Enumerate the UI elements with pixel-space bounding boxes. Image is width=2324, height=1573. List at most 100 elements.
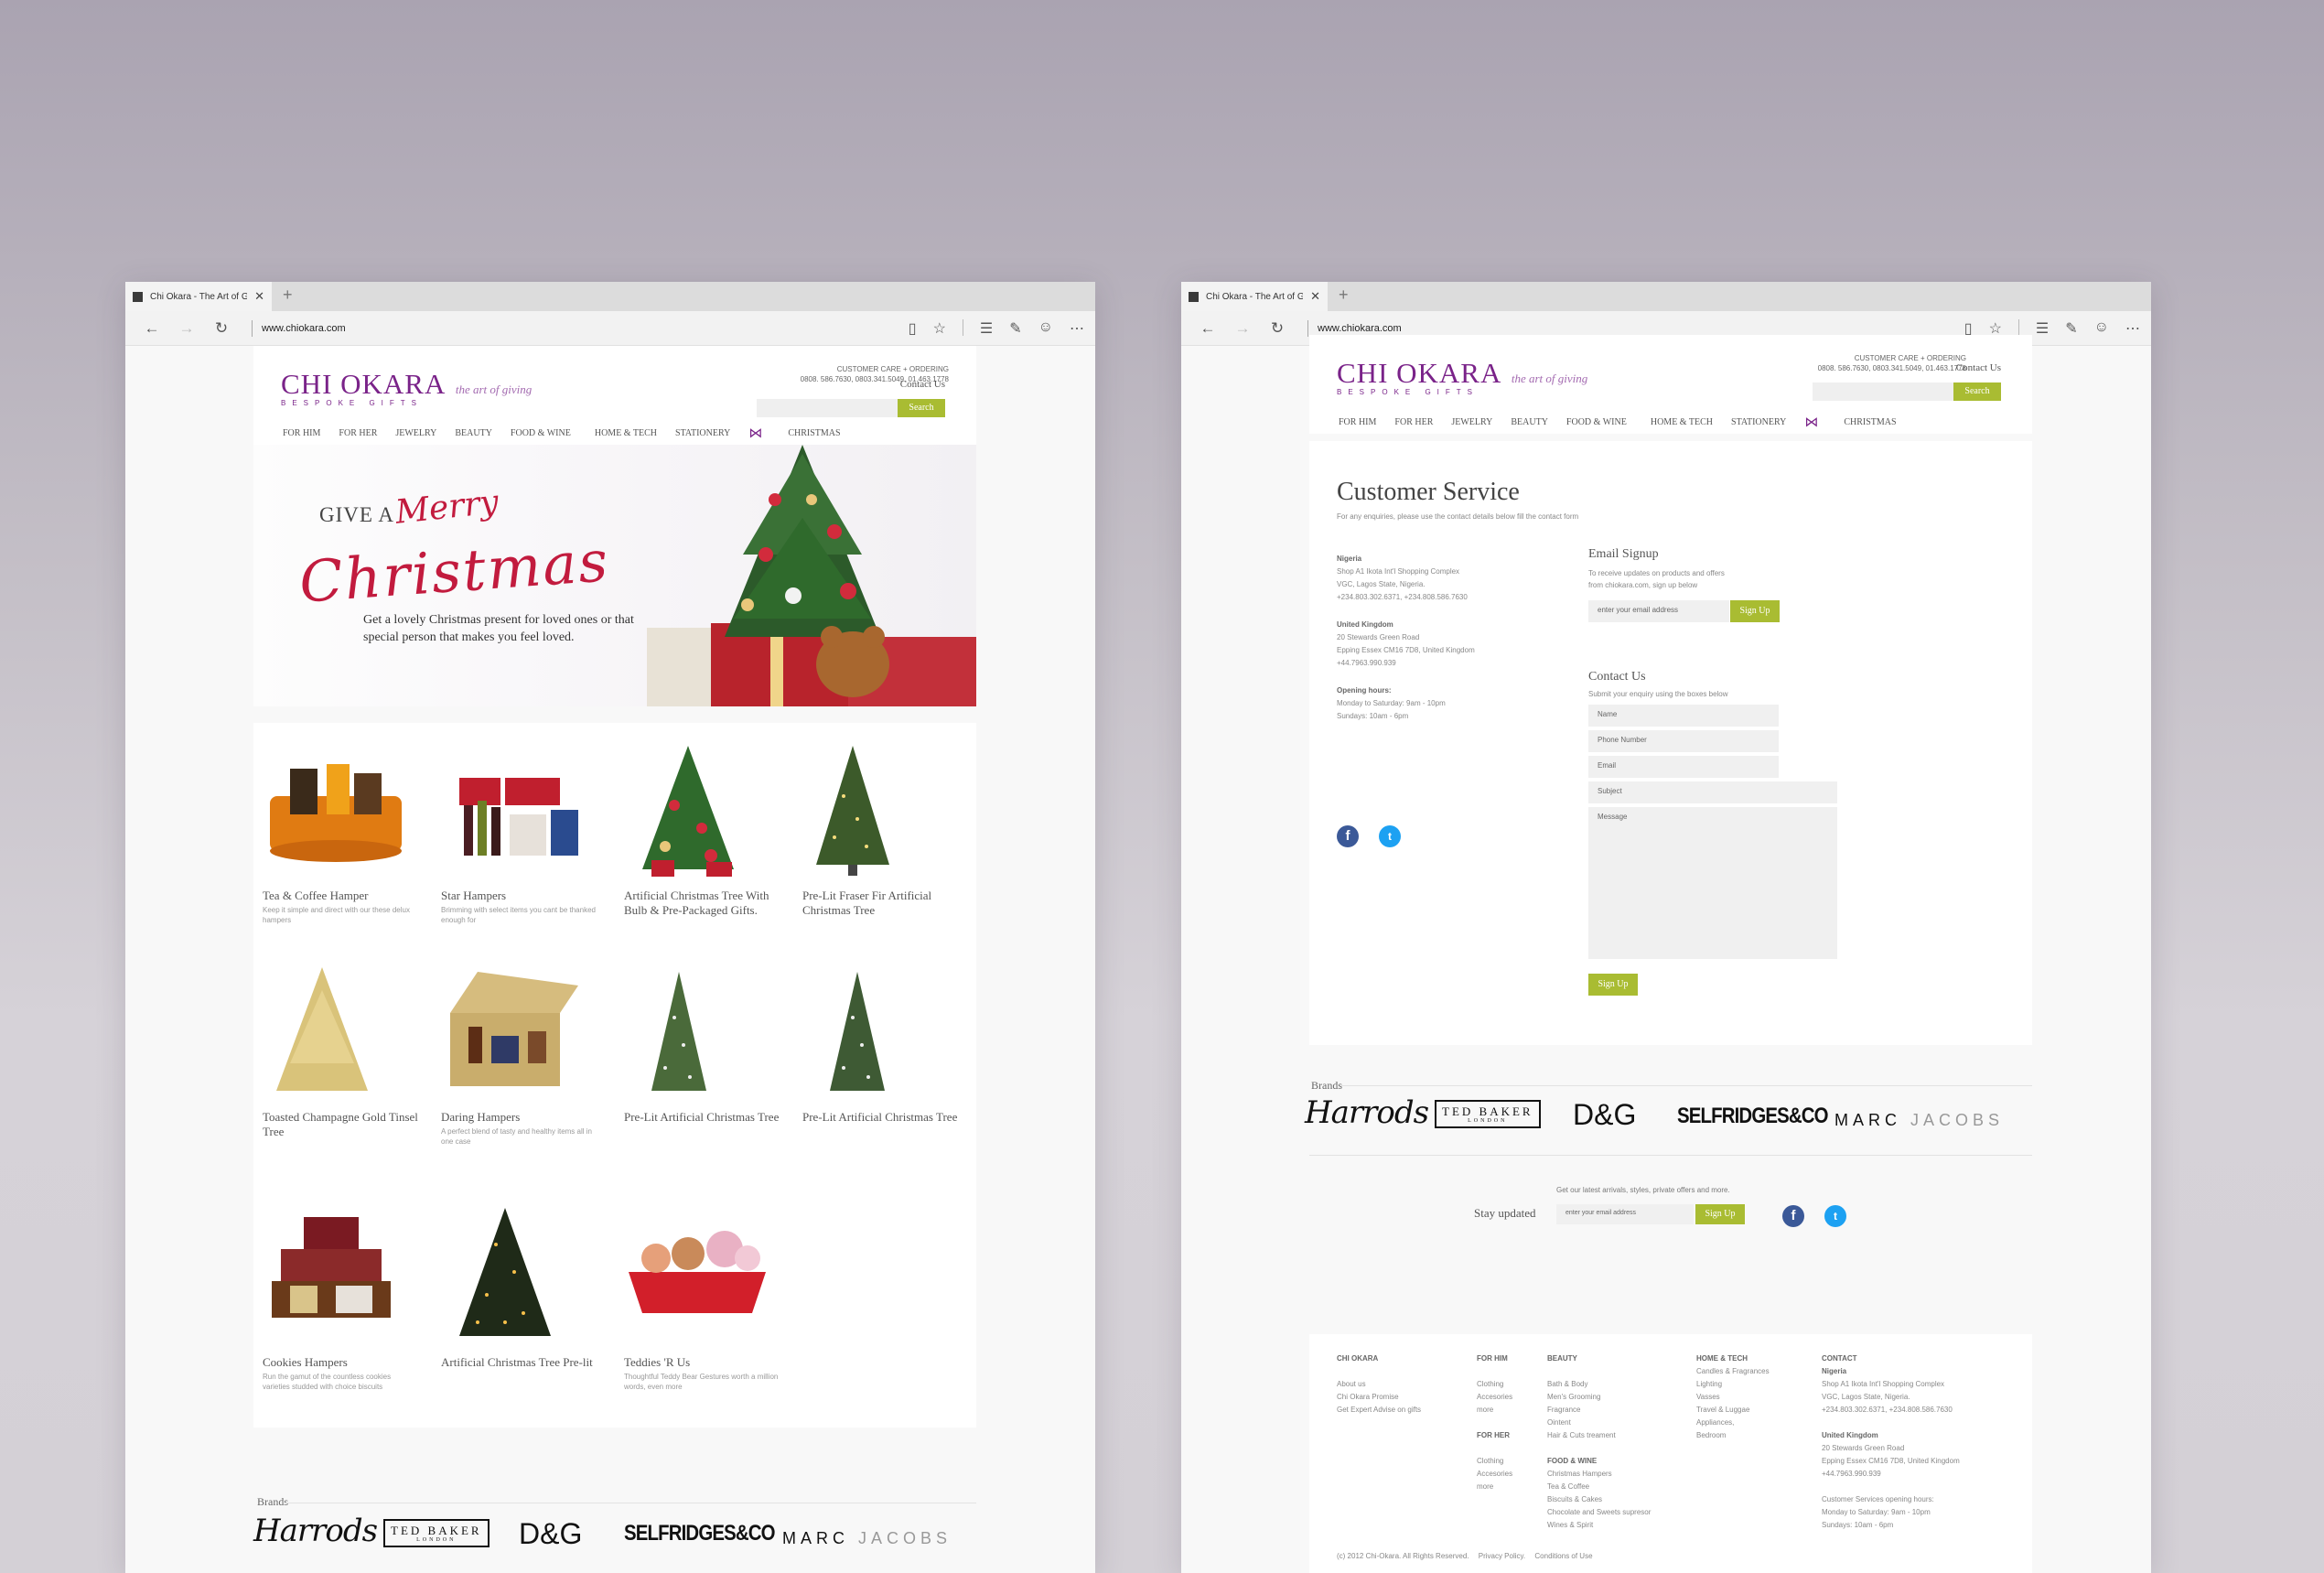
hub-icon[interactable]: ☰ (2036, 319, 2049, 338)
product-card[interactable]: Toasted Champagne Gold Tinsel Tree (263, 963, 418, 1141)
back-icon[interactable]: ← (1190, 319, 1225, 338)
twitter-icon[interactable]: t (1379, 825, 1401, 847)
hero-banner[interactable]: GIVE A Merry Christmas Get a lovely Chri… (253, 445, 976, 706)
url-field[interactable]: www.chiokara.com (252, 319, 346, 337)
facebook-icon[interactable]: f (1337, 825, 1359, 847)
new-tab-icon[interactable]: + (283, 286, 293, 305)
product-card[interactable]: Tea & Coffee Hamper Keep it simple and d… (263, 741, 418, 925)
more-icon[interactable]: ⋯ (2125, 319, 2140, 338)
menu-item-for-her[interactable]: FOR HER (339, 428, 377, 438)
footer-link[interactable]: Accesories (1477, 1468, 1512, 1481)
footer-link[interactable]: Biscuits & Cakes (1547, 1493, 1651, 1506)
footer-link[interactable]: Ointent (1547, 1417, 1651, 1429)
product-card[interactable]: Star Hampers Brimming with select items … (441, 741, 597, 925)
brand-logo-ted-baker[interactable]: TED BAKER LONDON (383, 1519, 490, 1547)
footer-link[interactable]: more (1477, 1481, 1512, 1493)
close-tab-icon[interactable]: ✕ (1310, 289, 1320, 304)
search-button[interactable]: Search (1953, 382, 2001, 401)
twitter-icon[interactable]: t (1824, 1205, 1846, 1227)
menu-item-stationery[interactable]: STATIONERY (675, 428, 730, 438)
footer-link[interactable]: Bedroom (1696, 1429, 1770, 1442)
footer-link[interactable]: Accesories (1477, 1391, 1512, 1404)
conditions-link[interactable]: Conditions of Use (1534, 1552, 1592, 1560)
brand-logo-dg[interactable]: D&G (519, 1517, 582, 1551)
newsletter-email-input[interactable]: enter your email address (1556, 1204, 1694, 1224)
footer-link[interactable]: Chocolate and Sweets supresor (1547, 1506, 1651, 1519)
forward-icon[interactable]: → (1225, 319, 1260, 338)
web-note-icon[interactable]: ✎ (2065, 319, 2077, 338)
product-card[interactable]: Pre-Lit Artificial Christmas Tree (802, 963, 958, 1126)
footer-link[interactable]: Lighting (1696, 1378, 1770, 1391)
site-logo[interactable]: CHI OKARA the art of giving BESPOKE GIFT… (1337, 357, 1587, 396)
brand-logo-harrods[interactable]: Harrods (253, 1513, 378, 1549)
brand-logo-marc-jacobs[interactable]: MARC JACOBS (1834, 1111, 2004, 1130)
menu-item-beauty[interactable]: BEAUTY (1511, 417, 1548, 427)
feedback-icon[interactable]: ☺ (2094, 319, 2109, 338)
close-tab-icon[interactable]: ✕ (254, 289, 264, 304)
new-tab-icon[interactable]: + (1339, 286, 1349, 305)
product-card[interactable]: Pre-Lit Artificial Christmas Tree (624, 963, 780, 1126)
footer-link[interactable]: Appliances, (1696, 1417, 1770, 1429)
footer-link[interactable]: Christmas Hampers (1547, 1468, 1651, 1481)
menu-item-for-him[interactable]: FOR HIM (283, 428, 320, 438)
more-icon[interactable]: ⋯ (1070, 319, 1084, 338)
product-card[interactable]: Artificial Christmas Tree Pre-lit (441, 1208, 597, 1372)
signup-email-input[interactable]: enter your email address (1588, 600, 1729, 622)
footer-link[interactable]: Vasses (1696, 1391, 1770, 1404)
footer-link[interactable]: Hair & Cuts treament (1547, 1429, 1651, 1442)
brand-logo-selfridges[interactable]: SELFRIDGES&CO (624, 1521, 775, 1546)
facebook-icon[interactable]: f (1782, 1205, 1804, 1227)
phone-field[interactable]: Phone Number (1588, 730, 1779, 752)
menu-item-stationery[interactable]: STATIONERY (1731, 417, 1786, 427)
refresh-icon[interactable]: ↻ (1260, 319, 1295, 338)
browser-tab[interactable]: Chi Okara - The Art of Giv ✕ (125, 282, 272, 311)
footer-link[interactable]: Get Expert Advise on gifts (1337, 1404, 1421, 1417)
search-input[interactable] (757, 399, 901, 417)
forward-icon[interactable]: → (169, 319, 204, 338)
site-logo[interactable]: CHI OKARA the art of giving BESPOKE GIFT… (281, 368, 532, 407)
product-card[interactable]: Artificial Christmas Tree With Bulb & Pr… (624, 741, 780, 920)
product-card[interactable]: Pre-Lit Fraser Fir Artificial Christmas … (802, 741, 958, 920)
footer-link[interactable]: Clothing (1477, 1378, 1512, 1391)
brand-logo-ted-baker[interactable]: TED BAKER LONDON (1435, 1100, 1541, 1128)
url-field[interactable]: www.chiokara.com (1307, 319, 1402, 337)
favorite-star-icon[interactable]: ☆ (933, 319, 946, 338)
footer-link[interactable]: About us (1337, 1378, 1421, 1391)
product-card[interactable]: Daring Hampers A perfect blend of tasty … (441, 963, 597, 1147)
footer-link[interactable]: more (1477, 1404, 1512, 1417)
menu-item-for-him[interactable]: FOR HIM (1339, 417, 1376, 427)
menu-item-food-wine[interactable]: FOOD & WINE (1566, 417, 1627, 427)
search-input[interactable] (1813, 382, 1957, 401)
hub-icon[interactable]: ☰ (980, 319, 993, 338)
footer-link[interactable]: Bath & Body (1547, 1378, 1651, 1391)
footer-link[interactable]: Candles & Fragrances (1696, 1365, 1770, 1378)
newsletter-signup-button[interactable]: Sign Up (1695, 1204, 1745, 1224)
brand-logo-marc-jacobs[interactable]: MARC JACOBS (782, 1529, 952, 1548)
contact-us-link[interactable]: Contact Us (900, 379, 945, 390)
search-button[interactable]: Search (898, 399, 945, 417)
signup-button[interactable]: Sign Up (1730, 600, 1780, 622)
product-card[interactable]: Cookies Hampers Run the gamut of the cou… (263, 1208, 418, 1392)
feedback-icon[interactable]: ☺ (1038, 319, 1053, 338)
footer-link[interactable]: Wines & Spirit (1547, 1519, 1651, 1532)
reading-view-icon[interactable]: ▯ (909, 319, 917, 338)
menu-item-christmas[interactable]: ⋈ CHRISTMAS (748, 426, 858, 440)
menu-item-christmas[interactable]: ⋈ CHRISTMAS (1804, 415, 1914, 429)
contact-submit-button[interactable]: Sign Up (1588, 974, 1638, 996)
footer-link[interactable]: Travel & Luggae (1696, 1404, 1770, 1417)
web-note-icon[interactable]: ✎ (1009, 319, 1021, 338)
footer-link[interactable]: Tea & Coffee (1547, 1481, 1651, 1493)
name-field[interactable]: Name (1588, 705, 1779, 727)
subject-field[interactable]: Subject (1588, 781, 1837, 803)
refresh-icon[interactable]: ↻ (204, 319, 239, 338)
brand-logo-dg[interactable]: D&G (1573, 1098, 1636, 1132)
message-field[interactable]: Message (1588, 807, 1837, 959)
footer-link[interactable]: Chi Okara Promise (1337, 1391, 1421, 1404)
footer-link[interactable]: Clothing (1477, 1455, 1512, 1468)
contact-us-link[interactable]: Contact Us (1956, 362, 2001, 373)
brand-logo-harrods[interactable]: Harrods (1305, 1094, 1429, 1131)
menu-item-jewelry[interactable]: JEWELRY (1451, 417, 1492, 427)
menu-item-home-tech[interactable]: HOME & TECH (595, 428, 657, 438)
menu-item-for-her[interactable]: FOR HER (1394, 417, 1433, 427)
menu-item-home-tech[interactable]: HOME & TECH (1651, 417, 1713, 427)
